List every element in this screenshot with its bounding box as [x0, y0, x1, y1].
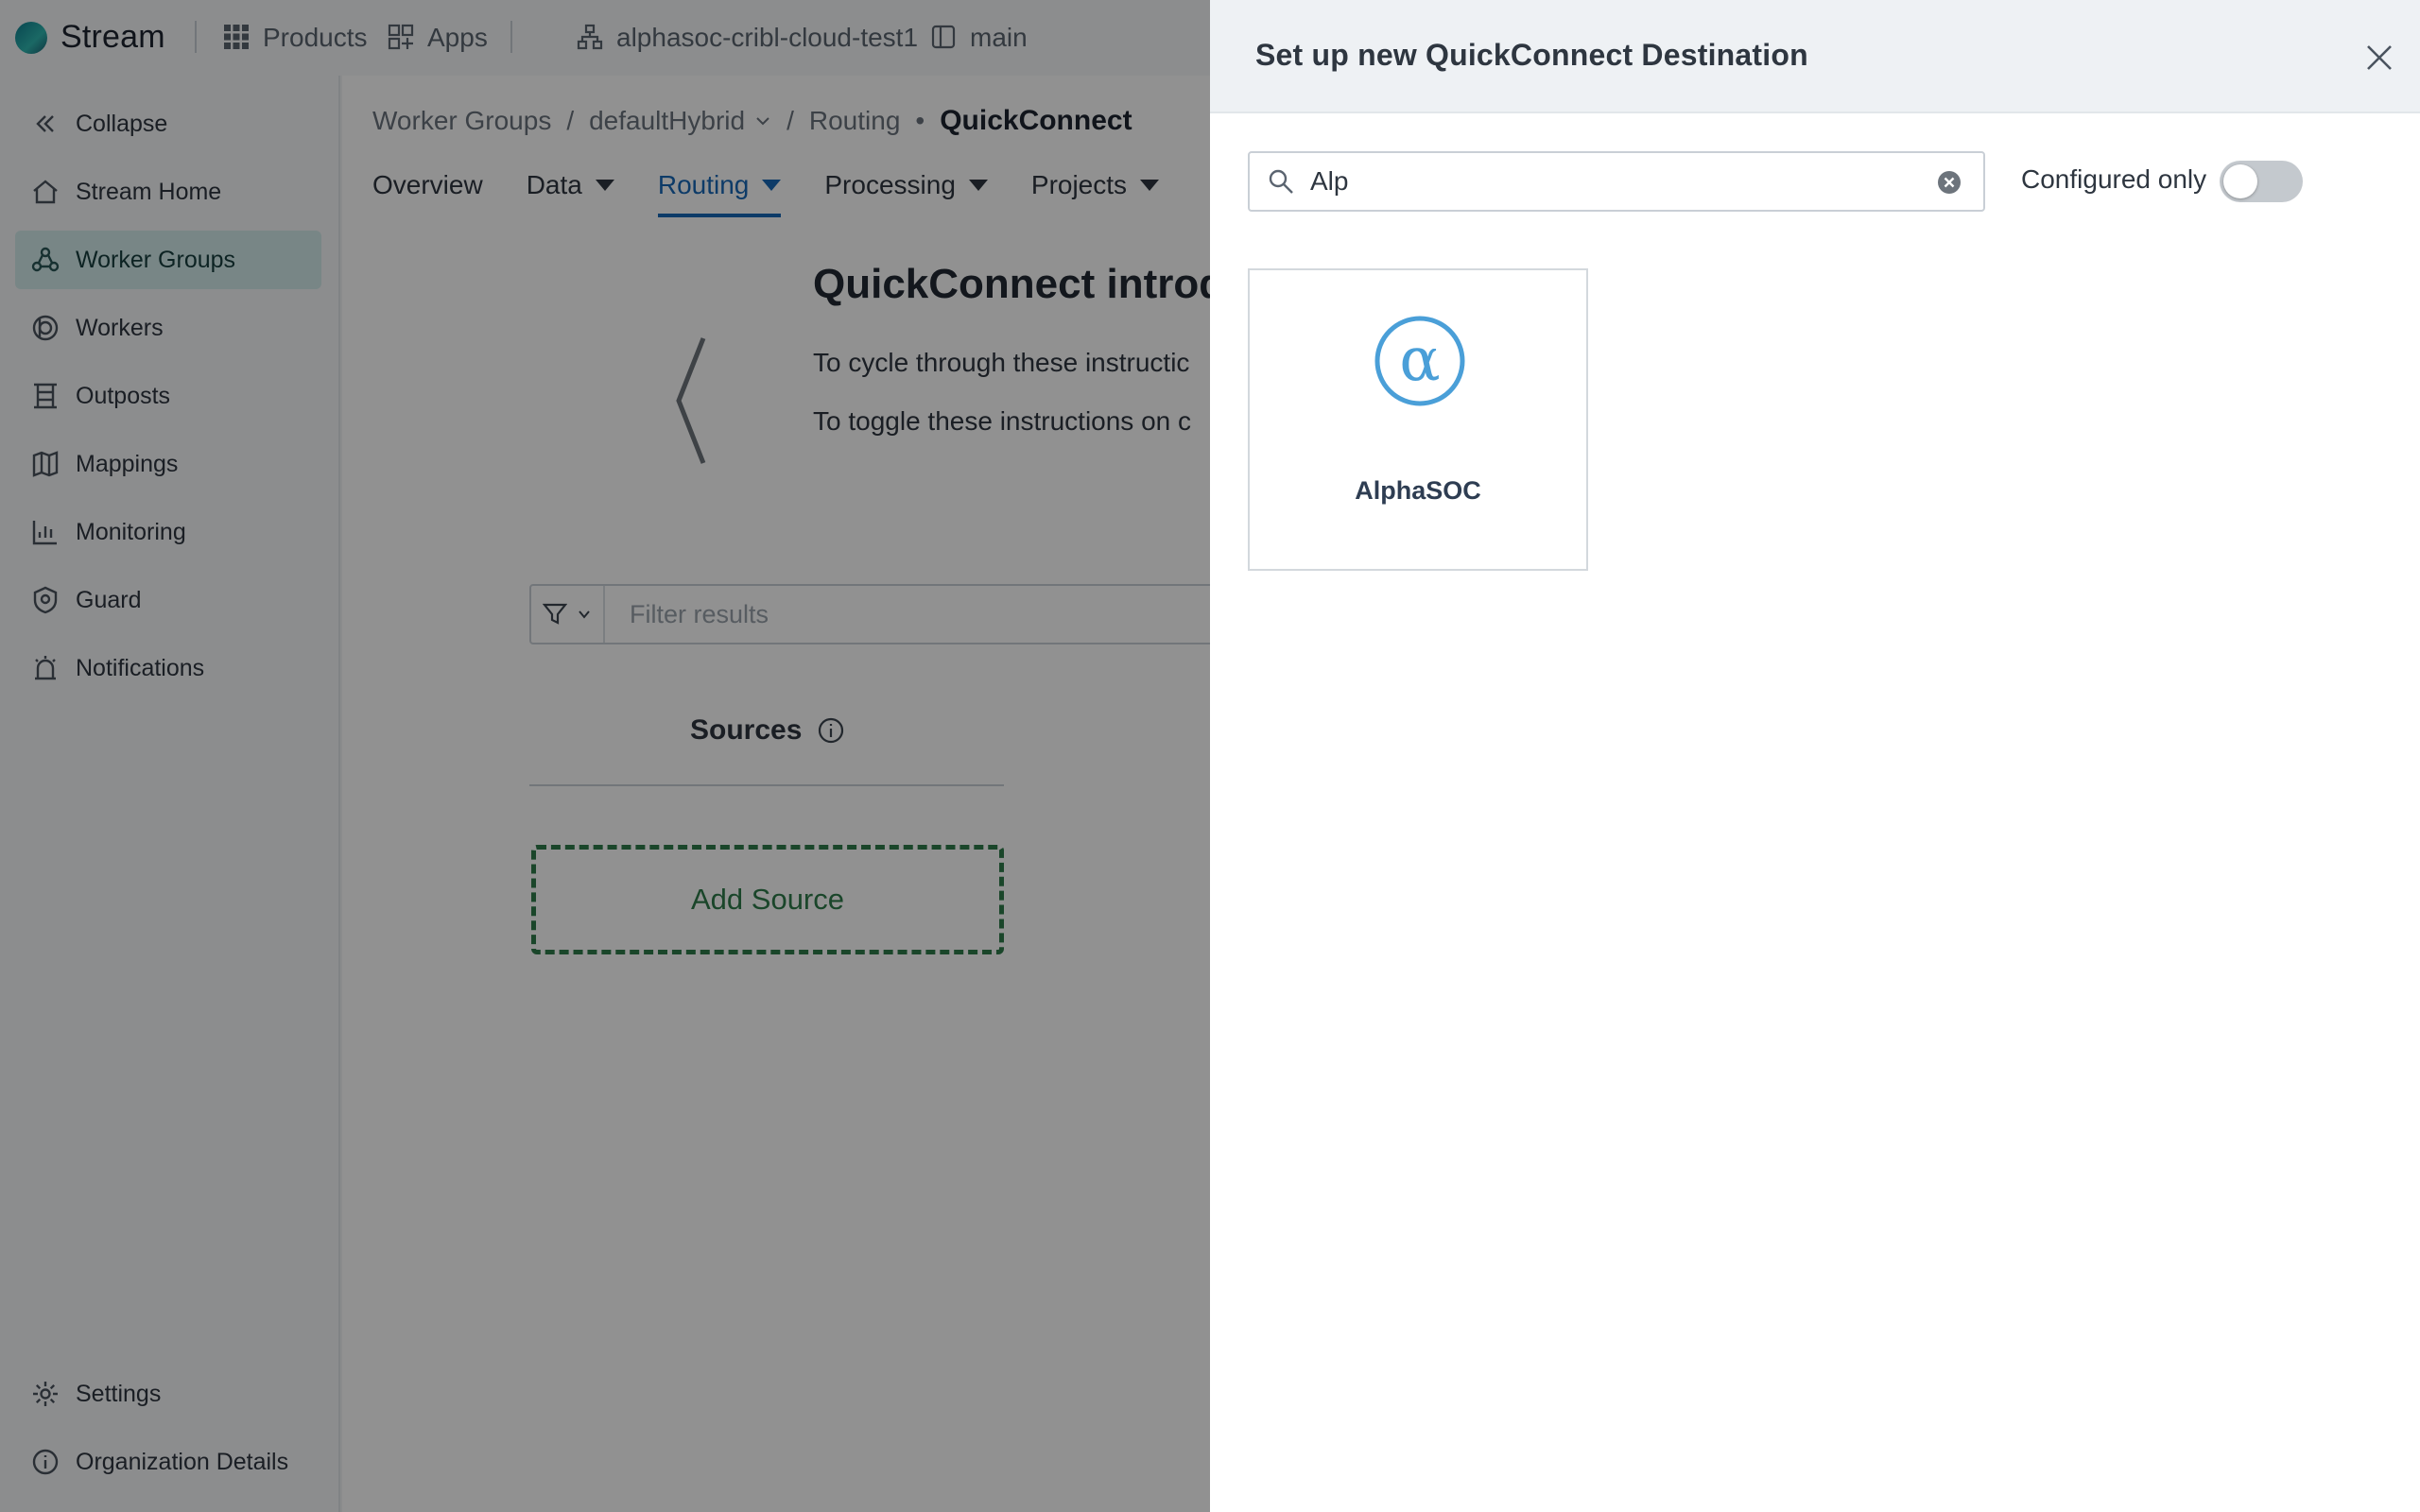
alphasoc-logo-glyph: α — [1399, 325, 1440, 395]
destination-card-name: AlphaSOC — [1355, 476, 1481, 505]
configured-only-label: Configured only — [2021, 164, 2207, 194]
search-value: Alp — [1310, 166, 1349, 196]
clear-search-icon[interactable] — [1936, 169, 1962, 196]
search-icon — [1267, 167, 1295, 196]
toggle-knob — [2223, 164, 2257, 198]
close-icon[interactable] — [2363, 42, 2395, 74]
destination-search-input[interactable]: Alp — [1248, 151, 1985, 212]
drawer-title: Set up new QuickConnect Destination — [1255, 38, 1808, 72]
configured-only-toggle[interactable] — [2220, 161, 2303, 202]
alphasoc-logo-icon: α — [1373, 314, 1467, 408]
destination-card-alphasoc[interactable]: α AlphaSOC — [1248, 268, 1588, 571]
quickconnect-destination-drawer: Set up new QuickConnect Destination Alp … — [1210, 0, 2420, 1512]
drawer-header: Set up new QuickConnect Destination — [1210, 0, 2420, 113]
